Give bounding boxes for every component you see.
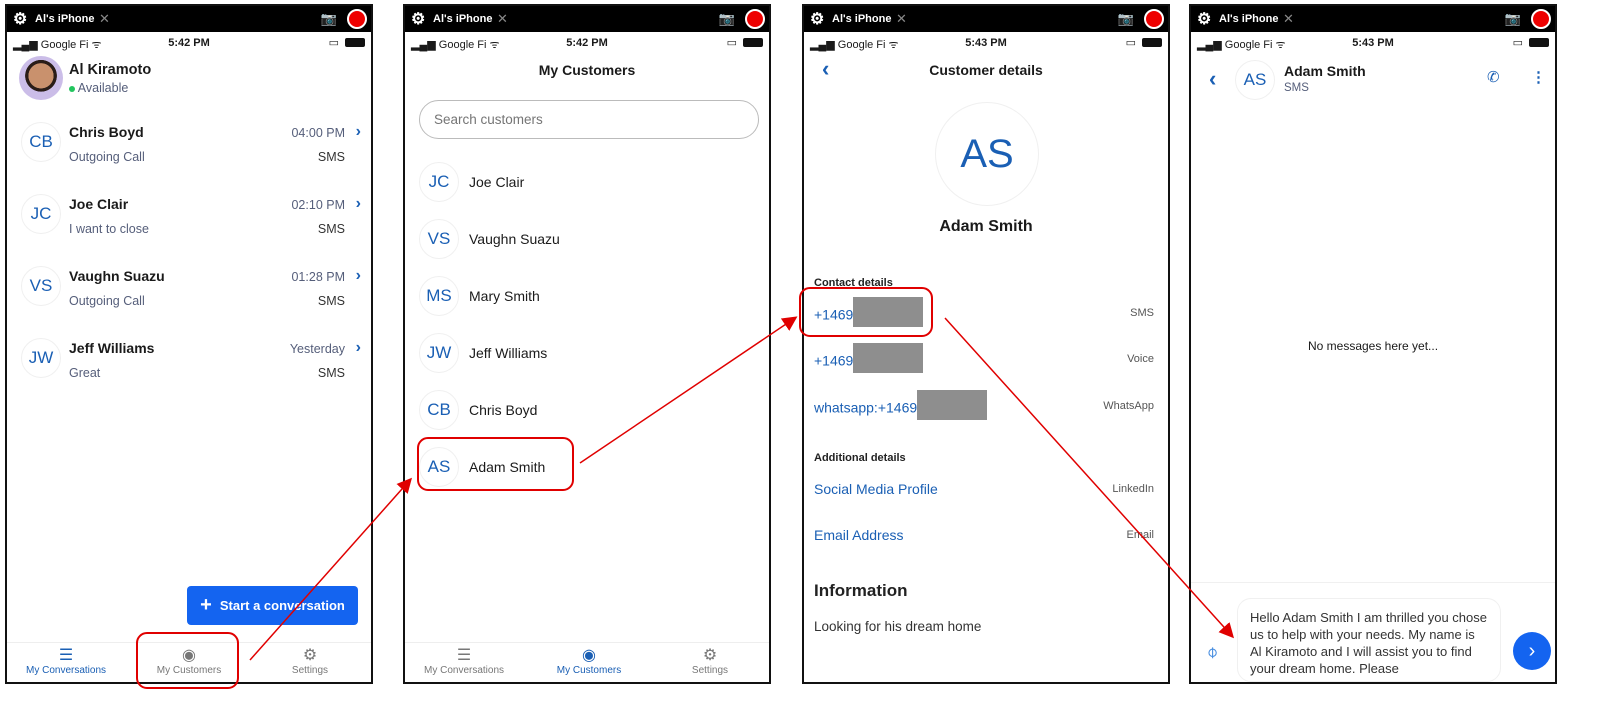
arrow-3 [944,317,1235,639]
highlight-sms-number [799,287,933,337]
highlight-adam-smith [417,437,574,491]
arrow-1 [249,477,412,661]
arrow-2 [579,316,798,464]
annotation-overlay [136,287,1235,689]
highlight-my-customers-tab [136,632,239,689]
